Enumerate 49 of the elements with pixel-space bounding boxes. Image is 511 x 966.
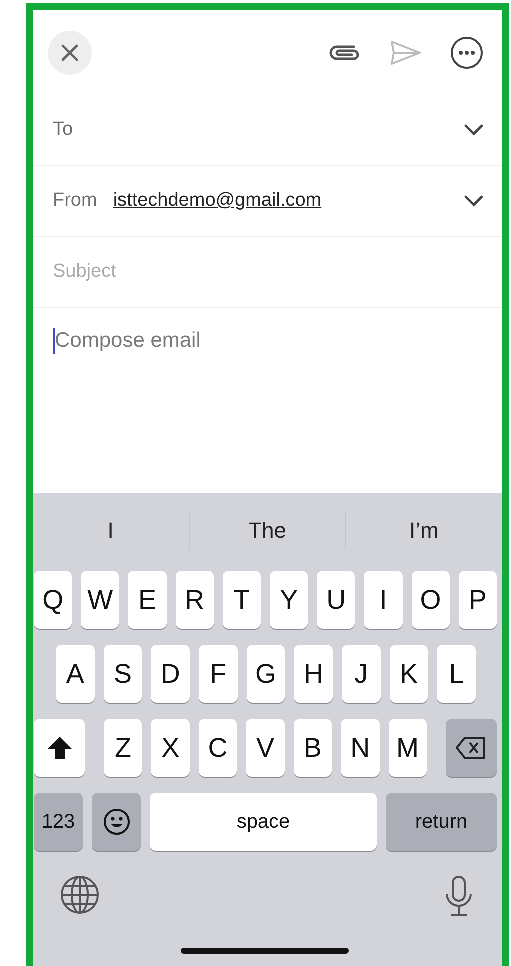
- letter-key[interactable]: Q: [34, 571, 72, 629]
- letter-key[interactable]: K: [390, 645, 428, 703]
- letter-key[interactable]: X: [151, 719, 190, 777]
- letter-key[interactable]: G: [246, 645, 286, 703]
- microphone-icon[interactable]: [444, 875, 474, 917]
- return-key[interactable]: return: [386, 793, 497, 851]
- from-label: From: [53, 190, 98, 212]
- letter-key[interactable]: R: [176, 571, 214, 629]
- letter-key[interactable]: E: [128, 571, 167, 629]
- from-address[interactable]: isttechdemo@gmail.com: [113, 190, 322, 212]
- letter-key[interactable]: H: [294, 645, 334, 703]
- letter-key[interactable]: D: [151, 645, 190, 703]
- suggestion[interactable]: The: [190, 518, 346, 544]
- close-icon: [61, 44, 79, 62]
- shift-key[interactable]: [34, 719, 85, 777]
- space-bar[interactable]: space: [150, 793, 377, 851]
- letter-key[interactable]: C: [198, 719, 238, 777]
- letter-key[interactable]: O: [412, 571, 450, 629]
- letter-key[interactable]: Z: [104, 719, 142, 777]
- suggestion[interactable]: I’m: [346, 518, 502, 544]
- more-icon[interactable]: [450, 36, 484, 70]
- close-button[interactable]: [48, 30, 92, 74]
- letter-key[interactable]: J: [342, 645, 381, 703]
- to-label: To: [53, 119, 74, 141]
- emoji-key[interactable]: [92, 793, 141, 851]
- backspace-icon: [456, 737, 486, 759]
- letter-key[interactable]: V: [246, 719, 285, 777]
- letter-key[interactable]: M: [388, 719, 427, 777]
- shift-icon: [46, 736, 72, 760]
- chevron-down-icon[interactable]: [464, 124, 484, 136]
- suggestion[interactable]: I: [33, 518, 189, 544]
- letter-key[interactable]: T: [222, 571, 262, 629]
- letter-key[interactable]: U: [317, 571, 356, 629]
- emoji-icon: [102, 808, 130, 836]
- letter-key[interactable]: P: [458, 571, 498, 629]
- letter-key[interactable]: N: [341, 719, 380, 777]
- letter-key[interactable]: A: [56, 645, 95, 703]
- letter-key[interactable]: W: [81, 571, 120, 629]
- globe-icon[interactable]: [60, 875, 100, 915]
- body-field[interactable]: Compose email: [53, 328, 201, 354]
- letter-key[interactable]: Y: [270, 571, 308, 629]
- chevron-down-icon[interactable]: [464, 195, 484, 207]
- letter-key[interactable]: I: [364, 571, 403, 629]
- letter-key[interactable]: L: [437, 645, 476, 703]
- letter-key[interactable]: F: [199, 645, 238, 703]
- letter-key[interactable]: B: [294, 719, 332, 777]
- numbers-key[interactable]: 123: [34, 793, 83, 851]
- delete-key[interactable]: [446, 719, 497, 777]
- letter-key[interactable]: S: [104, 645, 142, 703]
